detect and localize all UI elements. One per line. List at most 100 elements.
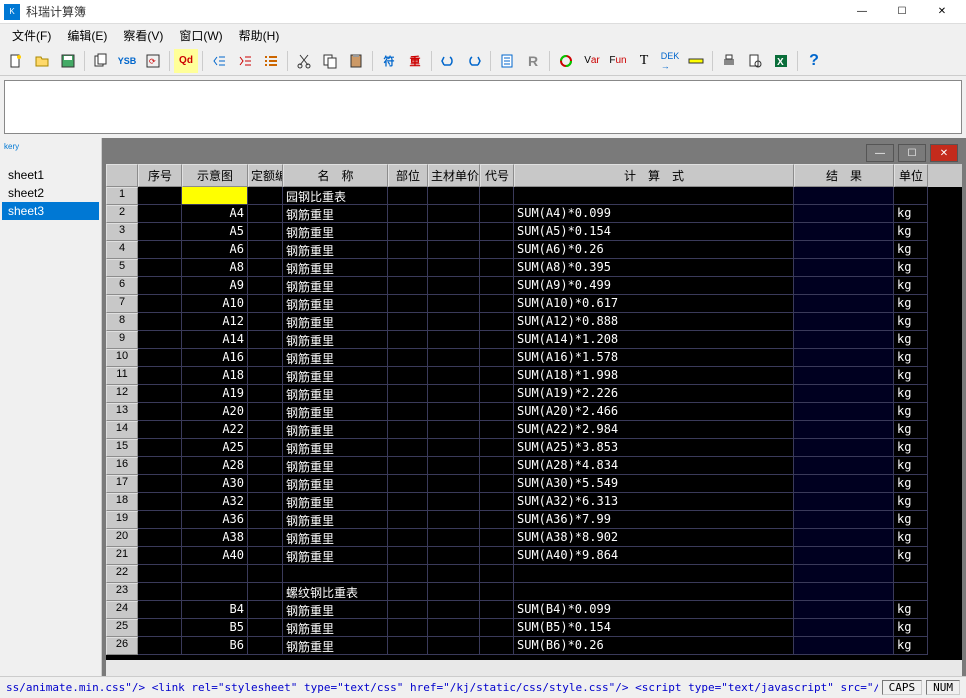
sheet-tab[interactable]: sheet2: [2, 184, 99, 202]
cell[interactable]: [480, 583, 514, 601]
row-number[interactable]: 3: [106, 223, 138, 241]
cell[interactable]: [480, 205, 514, 223]
cell[interactable]: [138, 385, 182, 403]
formula-bar[interactable]: [4, 80, 962, 134]
cell[interactable]: [248, 637, 283, 655]
cell[interactable]: [138, 565, 182, 583]
cell[interactable]: [428, 637, 480, 655]
cell[interactable]: [428, 403, 480, 421]
cell[interactable]: 钢筋重里: [283, 439, 388, 457]
cell[interactable]: 钢筋重里: [283, 637, 388, 655]
paste-icon[interactable]: [344, 49, 368, 73]
cell[interactable]: [428, 277, 480, 295]
cell[interactable]: A14: [182, 331, 248, 349]
cell[interactable]: 钢筋重里: [283, 493, 388, 511]
cell[interactable]: 钢筋重里: [283, 295, 388, 313]
mdi-close-button[interactable]: ✕: [930, 144, 958, 162]
minimize-button[interactable]: —: [842, 1, 882, 23]
cell[interactable]: [794, 277, 894, 295]
cell[interactable]: kg: [894, 619, 928, 637]
cell[interactable]: [138, 511, 182, 529]
cell[interactable]: B6: [182, 637, 248, 655]
cell[interactable]: [138, 619, 182, 637]
cell[interactable]: SUM(A6)*0.26: [514, 241, 794, 259]
cell[interactable]: [480, 475, 514, 493]
cell[interactable]: A16: [182, 349, 248, 367]
cell[interactable]: [248, 367, 283, 385]
cell[interactable]: kg: [894, 295, 928, 313]
row-number[interactable]: 18: [106, 493, 138, 511]
cell[interactable]: [428, 205, 480, 223]
cell[interactable]: A8: [182, 259, 248, 277]
sheet-tab[interactable]: sheet1: [2, 166, 99, 184]
cell[interactable]: kg: [894, 457, 928, 475]
cell[interactable]: [480, 385, 514, 403]
cell[interactable]: 钢筋重里: [283, 547, 388, 565]
cell[interactable]: kg: [894, 223, 928, 241]
cell[interactable]: A32: [182, 493, 248, 511]
column-header[interactable]: 单位: [894, 164, 928, 187]
row-number[interactable]: 17: [106, 475, 138, 493]
cell[interactable]: [248, 277, 283, 295]
cell[interactable]: [248, 529, 283, 547]
cell[interactable]: [138, 601, 182, 619]
cell[interactable]: [388, 349, 428, 367]
cell[interactable]: [480, 421, 514, 439]
indent-icon[interactable]: [233, 49, 257, 73]
cell[interactable]: [388, 457, 428, 475]
row-number[interactable]: 25: [106, 619, 138, 637]
cell[interactable]: [138, 331, 182, 349]
cell[interactable]: SUM(A10)*0.617: [514, 295, 794, 313]
cell[interactable]: [794, 385, 894, 403]
cell[interactable]: [480, 493, 514, 511]
cell[interactable]: A19: [182, 385, 248, 403]
cell[interactable]: SUM(B5)*0.154: [514, 619, 794, 637]
row-number[interactable]: 1: [106, 187, 138, 205]
menu-file[interactable]: 文件(F): [4, 25, 59, 46]
cell[interactable]: SUM(A12)*0.888: [514, 313, 794, 331]
cell[interactable]: [388, 529, 428, 547]
cell[interactable]: kg: [894, 637, 928, 655]
column-header[interactable]: 主材单价: [428, 164, 480, 187]
menu-view[interactable]: 察看(V): [115, 25, 171, 46]
cell[interactable]: 钢筋重里: [283, 331, 388, 349]
cell[interactable]: [794, 439, 894, 457]
cell[interactable]: [388, 601, 428, 619]
cell[interactable]: SUM(A5)*0.154: [514, 223, 794, 241]
cell[interactable]: [428, 367, 480, 385]
cell[interactable]: 钢筋重里: [283, 367, 388, 385]
cell[interactable]: [248, 205, 283, 223]
cut-icon[interactable]: [292, 49, 316, 73]
special-char-icon[interactable]: 符: [377, 49, 401, 73]
cell[interactable]: [388, 259, 428, 277]
cell[interactable]: [480, 457, 514, 475]
cell[interactable]: [138, 475, 182, 493]
cell[interactable]: [794, 223, 894, 241]
cell[interactable]: [794, 349, 894, 367]
cell[interactable]: [248, 295, 283, 313]
menu-edit[interactable]: 编辑(E): [59, 25, 115, 46]
cell[interactable]: [480, 259, 514, 277]
cell[interactable]: [388, 187, 428, 205]
row-number[interactable]: 5: [106, 259, 138, 277]
cell[interactable]: [138, 547, 182, 565]
cell[interactable]: 螺纹钢比重表: [283, 583, 388, 601]
cell[interactable]: [248, 313, 283, 331]
cell[interactable]: kg: [894, 403, 928, 421]
cell[interactable]: [480, 547, 514, 565]
cell[interactable]: [480, 349, 514, 367]
cell[interactable]: [480, 223, 514, 241]
cell[interactable]: [248, 565, 283, 583]
row-number[interactable]: 6: [106, 277, 138, 295]
cell[interactable]: [894, 187, 928, 205]
cell[interactable]: SUM(A22)*2.984: [514, 421, 794, 439]
cell[interactable]: [248, 619, 283, 637]
row-number[interactable]: 20: [106, 529, 138, 547]
close-button[interactable]: ✕: [922, 1, 962, 23]
circle-icon[interactable]: [554, 49, 578, 73]
cell[interactable]: SUM(A9)*0.499: [514, 277, 794, 295]
cell[interactable]: [794, 259, 894, 277]
cell[interactable]: [794, 241, 894, 259]
cell[interactable]: [428, 565, 480, 583]
cell[interactable]: [138, 493, 182, 511]
